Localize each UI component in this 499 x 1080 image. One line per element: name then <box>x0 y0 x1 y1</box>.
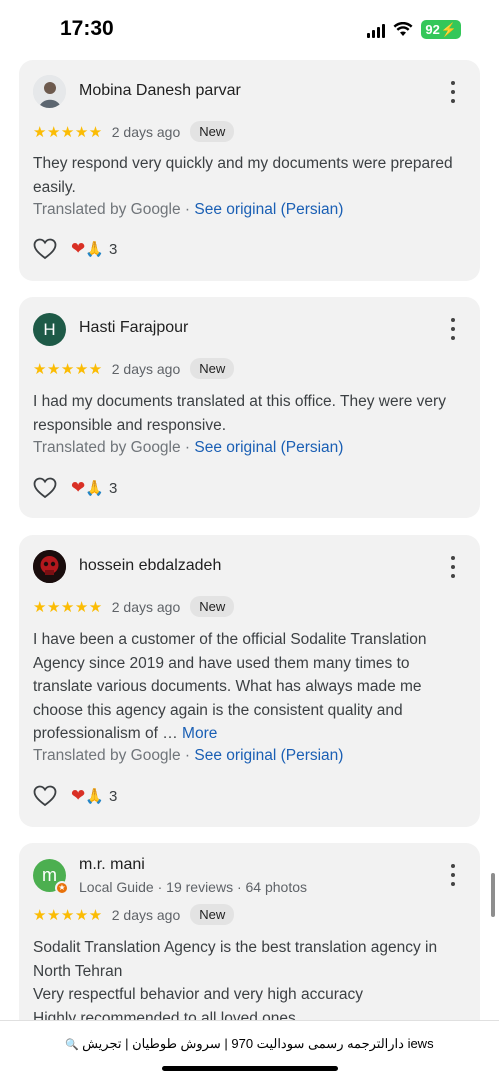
reviewer-meta[interactable]: Local Guide · 19 reviews · 64 photos <box>79 879 307 895</box>
address-bar[interactable]: 🔍 دارالترجمه رسمی سودالیت 970 | سروش طوطی… <box>0 1036 499 1052</box>
like-heart-icon[interactable] <box>33 477 57 499</box>
signal-icon <box>367 22 386 38</box>
battery-indicator: 92 ⚡ <box>421 20 461 39</box>
reaction-count: 3 <box>108 787 118 805</box>
avatar[interactable] <box>33 550 66 583</box>
search-icon: 🔍 <box>65 1039 80 1051</box>
pray-reaction-icon: 🙏 <box>85 480 104 497</box>
reactions-row: ❤ 🙏 3 <box>33 785 117 807</box>
see-original-link[interactable]: See original (Persian) <box>194 201 343 218</box>
browser-bottom-bar: 🔍 دارالترجمه رسمی سودالیت 970 | سروش طوطی… <box>0 1020 499 1080</box>
review-author[interactable]: m.r. mani <box>79 856 145 874</box>
status-time: 17:30 <box>60 17 114 40</box>
pray-reaction-icon: 🙏 <box>85 788 104 805</box>
translation-note: Translated by Google · See original (Per… <box>33 747 344 764</box>
avatar[interactable] <box>33 75 66 108</box>
review-date: 2 days ago <box>111 598 181 615</box>
more-options-icon[interactable] <box>448 318 458 340</box>
heart-reaction-icon: ❤ <box>71 239 86 258</box>
review-card: m ★ m.r. mani Local Guide · 19 reviews ·… <box>19 843 480 1033</box>
see-original-link[interactable]: See original (Persian) <box>194 747 343 764</box>
like-heart-icon[interactable] <box>33 238 57 260</box>
rating-row: ★★★★★ 2 days ago New <box>33 121 235 142</box>
new-badge: New <box>190 904 235 925</box>
new-badge: New <box>190 121 235 142</box>
wifi-icon <box>393 22 413 36</box>
review-text: I have been a customer of the official S… <box>33 631 427 742</box>
translation-note: Translated by Google · See original (Per… <box>33 201 344 218</box>
more-options-icon[interactable] <box>448 81 458 103</box>
review-card: Mobina Danesh parvar ★★★★★ 2 days ago Ne… <box>19 60 480 281</box>
review-author[interactable]: Mobina Danesh parvar <box>79 82 241 100</box>
pray-reaction-icon: 🙏 <box>85 241 104 258</box>
review-text: They respond very quickly and my documen… <box>33 155 453 196</box>
review-card: hossein ebdalzadeh ★★★★★ 2 days ago New … <box>19 535 480 827</box>
heart-reaction-icon: ❤ <box>71 478 86 497</box>
rating-row: ★★★★★ 2 days ago New <box>33 596 235 617</box>
star-rating: ★★★★★ <box>33 598 103 616</box>
status-bar: 17:30 92 ⚡ <box>0 0 499 60</box>
home-indicator[interactable] <box>162 1066 338 1071</box>
rating-row: ★★★★★ 2 days ago New <box>33 358 235 379</box>
more-link[interactable]: More <box>182 725 217 742</box>
more-options-icon[interactable] <box>448 556 458 578</box>
review-date: 2 days ago <box>111 906 181 923</box>
reaction-count: 3 <box>108 479 118 497</box>
reaction-count: 3 <box>108 240 118 258</box>
more-options-icon[interactable] <box>448 864 458 886</box>
charging-bolt-icon: ⚡ <box>440 22 457 37</box>
star-rating: ★★★★★ <box>33 906 103 924</box>
review-author[interactable]: hossein ebdalzadeh <box>79 557 221 575</box>
new-badge: New <box>190 358 235 379</box>
heart-reaction-icon: ❤ <box>71 786 86 805</box>
review-text: I had my documents translated at this of… <box>33 393 446 434</box>
like-heart-icon[interactable] <box>33 785 57 807</box>
review-text: Sodalit Translation Agency is the best t… <box>33 939 438 1027</box>
scrollbar[interactable] <box>491 873 495 917</box>
reactions-row: ❤ 🙏 3 <box>33 238 117 260</box>
new-badge: New <box>190 596 235 617</box>
review-date: 2 days ago <box>111 123 181 140</box>
translation-note: Translated by Google · See original (Per… <box>33 439 344 456</box>
status-icons: 92 ⚡ <box>367 20 461 39</box>
review-card: H Hasti Farajpour ★★★★★ 2 days ago New I… <box>19 297 480 518</box>
avatar[interactable]: H <box>33 313 66 346</box>
review-date: 2 days ago <box>111 360 181 377</box>
local-guide-badge-icon: ★ <box>55 881 69 895</box>
reactions-row: ❤ 🙏 3 <box>33 477 117 499</box>
star-rating: ★★★★★ <box>33 360 103 378</box>
review-author[interactable]: Hasti Farajpour <box>79 319 188 337</box>
page-title: دارالترجمه رسمی سودالیت 970 | سروش طوطیا… <box>82 1036 434 1051</box>
avatar[interactable]: m ★ <box>33 859 69 895</box>
see-original-link[interactable]: See original (Persian) <box>194 439 343 456</box>
star-rating: ★★★★★ <box>33 123 103 141</box>
rating-row: ★★★★★ 2 days ago New <box>33 904 235 925</box>
